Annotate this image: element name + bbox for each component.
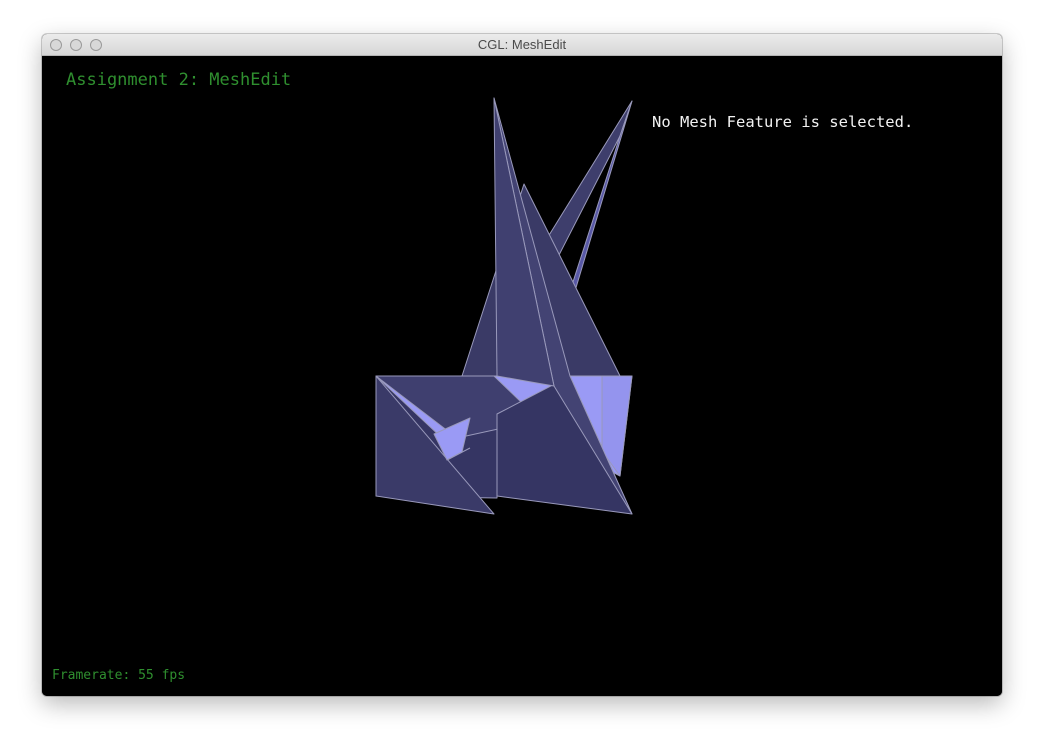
assignment-heading: Assignment 2: MeshEdit bbox=[66, 70, 292, 90]
title-bar[interactable]: CGL: MeshEdit bbox=[42, 34, 1002, 56]
selection-status-text: No Mesh Feature is selected. bbox=[652, 113, 914, 131]
mesh-canvas[interactable] bbox=[42, 56, 1002, 696]
render-viewport[interactable]: Assignment 2: MeshEdit No Mesh Feature i… bbox=[42, 56, 1002, 696]
framerate-readout: Framerate: 55 fps bbox=[52, 668, 185, 683]
app-window: CGL: MeshEdit Assignment 2: MeshEdit No … bbox=[42, 34, 1002, 696]
window-title: CGL: MeshEdit bbox=[477, 37, 567, 52]
framerate-label: Framerate: bbox=[52, 668, 139, 683]
framerate-value: 55 fps bbox=[138, 668, 186, 683]
